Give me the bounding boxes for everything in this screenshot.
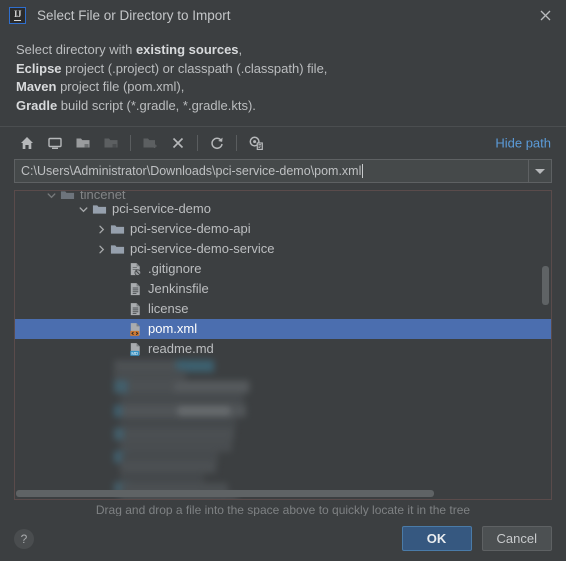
tree-row[interactable]: .gitignore: [15, 259, 551, 279]
tree-vertical-scrollbar[interactable]: [541, 192, 550, 498]
toolbar-separator-1: [130, 135, 131, 151]
intellij-idea-icon: IJ: [9, 6, 26, 24]
tree-horizontal-scrollbar-thumb[interactable]: [16, 490, 434, 497]
tree-row[interactable]: tincenet: [15, 191, 551, 199]
path-row: C:\Users\Administrator\Downloads\pci-ser…: [14, 159, 552, 183]
path-input-value: C:\Users\Administrator\Downloads\pci-ser…: [21, 164, 362, 178]
svg-text:MD: MD: [131, 350, 138, 355]
help-button[interactable]: ?: [14, 528, 34, 549]
path-history-dropdown[interactable]: [528, 159, 552, 183]
tree-row-label: readme.md: [148, 341, 214, 356]
folder-icon: [59, 191, 76, 199]
drag-drop-hint: Drag and drop a file into the space abov…: [95, 503, 471, 516]
xml-file-icon: [127, 319, 144, 339]
show-hidden-files-button[interactable]: [243, 131, 268, 155]
new-folder-button: [137, 131, 162, 155]
toolbar-separator-3: [236, 135, 237, 151]
path-input[interactable]: C:\Users\Administrator\Downloads\pci-ser…: [14, 159, 528, 183]
text-caret: [362, 164, 364, 178]
chevron-right-icon[interactable]: [94, 219, 109, 239]
tree-row-label: pom.xml: [148, 321, 198, 336]
description-line-4: Gradle build script (*.gradle, *.gradle.…: [16, 97, 256, 113]
tree-row-label: pci-service-demo-service: [130, 241, 275, 256]
file-tree-panel: tincenet pci-service-demo pci-service-demo…: [14, 190, 552, 500]
dialog-footer: ? OK Cancel: [0, 516, 566, 561]
chevron-down-icon[interactable]: [44, 191, 59, 199]
refresh-button[interactable]: [204, 131, 229, 155]
description-line-3: Maven project file (pom.xml),: [16, 79, 185, 94]
tree-row-label: tincenet: [80, 191, 126, 199]
ok-button[interactable]: OK: [401, 526, 472, 551]
folder-icon: [109, 239, 126, 259]
chevron-down-icon[interactable]: [76, 199, 91, 219]
hide-path-link[interactable]: Hide path: [495, 136, 551, 151]
tree-row[interactable]: pci-service-demo-api: [15, 219, 551, 239]
file-chooser-toolbar: Hide path: [0, 127, 566, 159]
chevron-right-icon[interactable]: [94, 239, 109, 259]
tree-row-selected[interactable]: pom.xml: [15, 319, 551, 339]
description-line-1: Select directory with existing sources,: [16, 42, 243, 57]
tree-row[interactable]: pci-service-demo: [15, 199, 551, 219]
tree-row-label: pci-service-demo-api: [130, 221, 251, 236]
close-icon[interactable]: [524, 0, 566, 30]
file-tree[interactable]: tincenet pci-service-demo pci-service-demo…: [15, 191, 551, 499]
text-file-icon: [127, 279, 144, 299]
module-directory-button: [98, 131, 123, 155]
dialog-title-bar: IJ Select File or Directory to Import: [0, 0, 566, 30]
tree-row-label: license: [148, 301, 189, 316]
tree-horizontal-scrollbar[interactable]: [16, 489, 541, 498]
desktop-directory-button[interactable]: [42, 131, 67, 155]
home-directory-button[interactable]: [14, 131, 39, 155]
toolbar-separator-2: [197, 135, 198, 151]
tree-row[interactable]: Jenkinsfile: [15, 279, 551, 299]
dialog-title: Select File or Directory to Import: [37, 7, 231, 23]
tree-row[interactable]: license: [15, 299, 551, 319]
chevron-down-icon: [535, 168, 545, 174]
tree-row[interactable]: pci-service-demo-service: [15, 239, 551, 259]
folder-icon: [91, 199, 108, 219]
tree-row[interactable]: MD readme.md: [15, 339, 551, 359]
markdown-file-icon: MD: [127, 339, 144, 359]
tree-row-label: .gitignore: [148, 261, 202, 276]
description-line-2: Eclipse project (.project) or classpath …: [16, 60, 328, 76]
tree-vertical-scrollbar-thumb[interactable]: [542, 266, 549, 305]
delete-button[interactable]: [165, 131, 190, 155]
cancel-button[interactable]: Cancel: [481, 526, 552, 551]
import-file-dialog: IJ Select File or Directory to Import Se…: [0, 0, 566, 561]
text-file-icon: [127, 299, 144, 319]
project-directory-button[interactable]: [70, 131, 95, 155]
tree-row-label: pci-service-demo: [112, 201, 211, 216]
gitignore-file-icon: [127, 259, 144, 279]
folder-icon: [109, 219, 126, 239]
dialog-description: Select directory with existing sources, …: [0, 30, 566, 115]
tree-row-label: Jenkinsfile: [148, 281, 209, 296]
